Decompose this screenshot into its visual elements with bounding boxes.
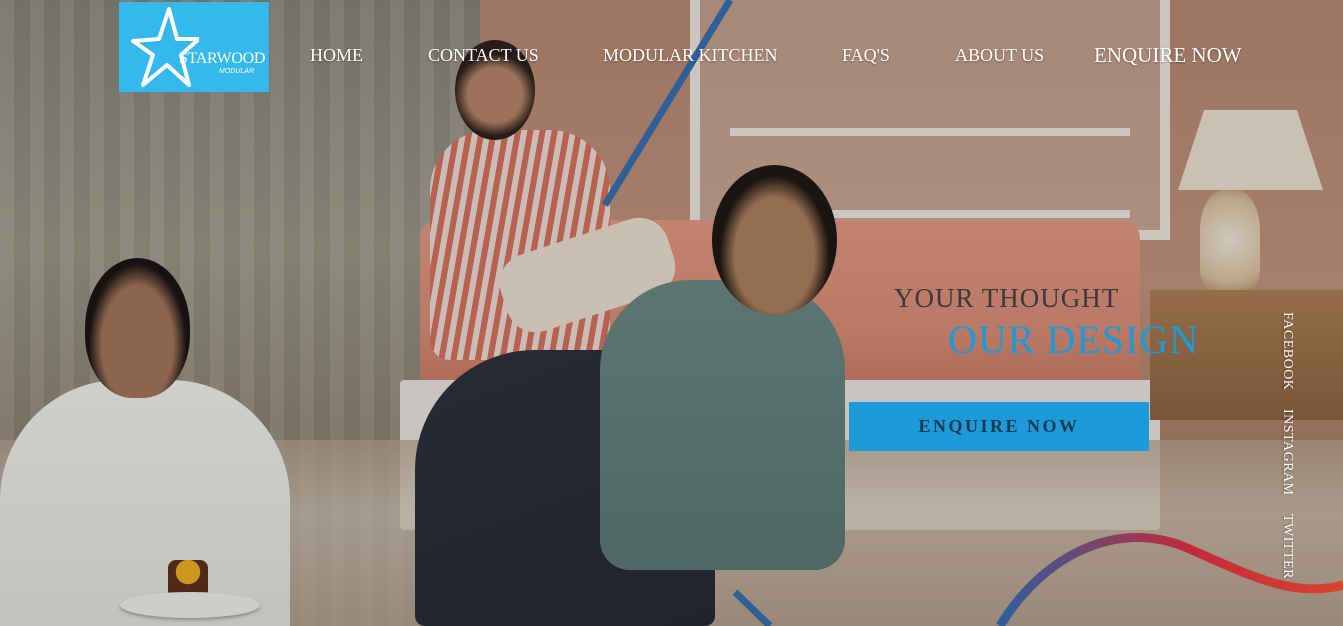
star-icon: [131, 7, 199, 87]
hero-tagline-line1: YOUR THOUGHT: [894, 283, 1120, 313]
brand-tagline: MODULAR: [219, 68, 255, 75]
social-twitter-link[interactable]: TWITTER: [1279, 514, 1295, 579]
brand-logo[interactable]: STARWOOD MODULAR: [119, 2, 269, 92]
nav-contact-us[interactable]: CONTACT US: [428, 45, 539, 66]
social-instagram-link[interactable]: INSTAGRAM: [1279, 409, 1295, 496]
nav-faqs[interactable]: FAQ'S: [842, 45, 890, 66]
nav-enquire-now[interactable]: ENQUIRE NOW: [1094, 43, 1242, 68]
hero-background-photo: [0, 0, 1343, 626]
nav-about-us[interactable]: ABOUT US: [955, 45, 1044, 66]
nav-modular-kitchen[interactable]: MODULAR KITCHEN: [603, 45, 778, 66]
enquire-now-button[interactable]: ENQUIRE NOW: [849, 402, 1149, 451]
nav-home[interactable]: HOME: [310, 45, 363, 66]
social-facebook-link[interactable]: FACEBOOK: [1279, 312, 1295, 390]
brand-name: STARWOOD: [179, 50, 266, 67]
hero-tagline-line2: OUR DESIGN: [948, 317, 1200, 362]
photo-overlay: [0, 0, 1343, 626]
